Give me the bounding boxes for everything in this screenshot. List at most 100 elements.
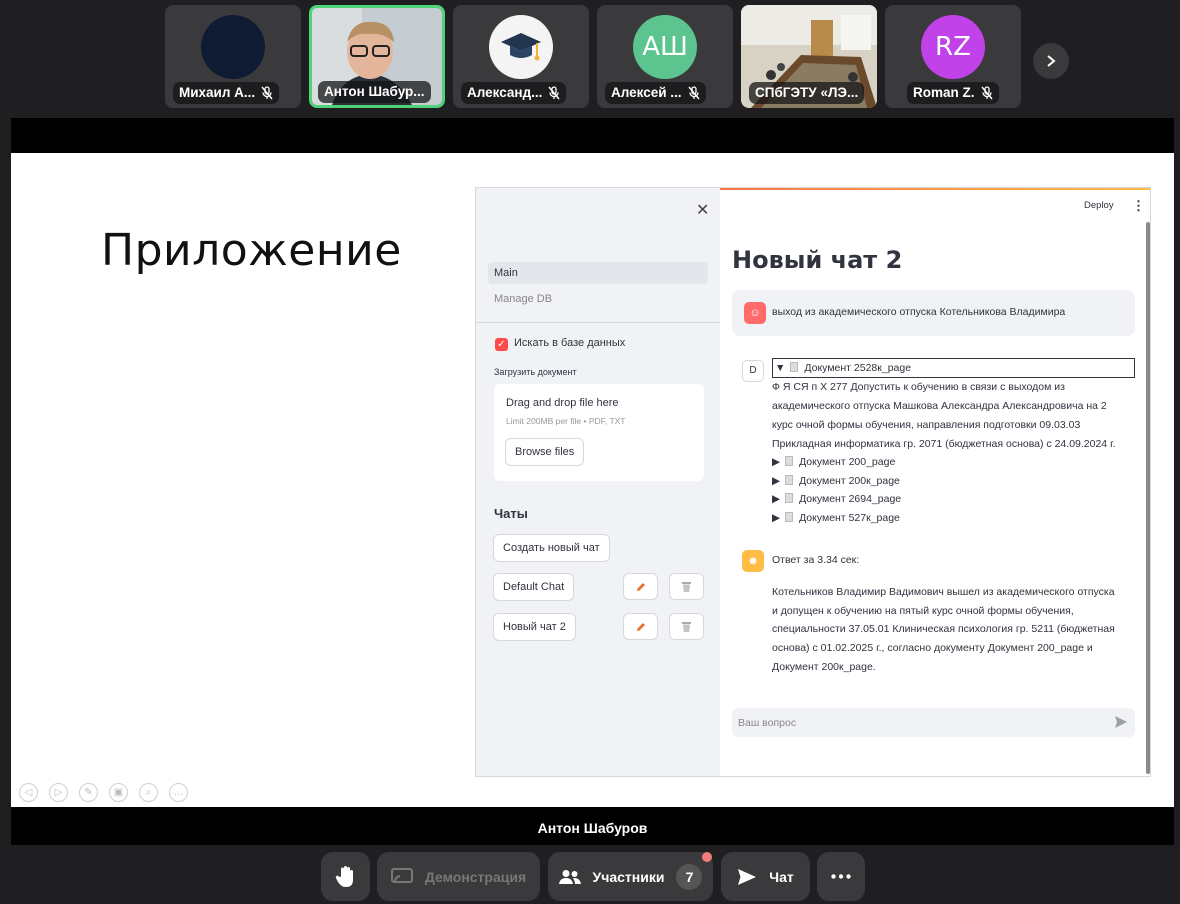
- participant-tile[interactable]: Михаил А...: [165, 5, 301, 108]
- mic-off-icon: [261, 86, 273, 100]
- chat-label: Чат: [769, 868, 794, 885]
- app-sidebar: ✕ Main Manage DB ✓ Искать в базе данных …: [476, 188, 720, 776]
- collapse-triangle-icon: ▶: [772, 456, 781, 468]
- ellipsis-icon: [831, 874, 851, 879]
- search-db-label: Искать в базе данных: [514, 337, 626, 349]
- participant-name-badge: Roman Z.: [907, 82, 999, 104]
- more-menu-icon[interactable]: ⋮: [1132, 198, 1145, 214]
- slides-icon[interactable]: ▣: [109, 783, 128, 802]
- mic-off-icon: [548, 86, 560, 100]
- collapsed-document[interactable]: ▶ Документ 2694_page: [772, 493, 901, 505]
- collapse-triangle-icon: ▶: [772, 475, 781, 487]
- participant-tile[interactable]: СПбГЭТУ «ЛЭ...: [741, 5, 877, 108]
- participant-name-badge: Александ...: [461, 82, 567, 104]
- collapse-triangle-icon: ▶: [772, 512, 781, 524]
- document-name: Документ 527к_page: [799, 512, 900, 524]
- speaker-caption: Антон Шабуров: [537, 820, 648, 836]
- speaker-caption-band: Антон Шабуров: [11, 807, 1174, 845]
- chat-input[interactable]: [732, 708, 1102, 737]
- document-text-line: академического отпуска Машкова Александр…: [772, 400, 1107, 412]
- chats-heading: Чаты: [494, 506, 528, 521]
- upload-label: Загрузить документ: [494, 367, 577, 377]
- participant-name-badge: Антон Шабур...: [318, 81, 431, 103]
- expanded-document-name: Документ 2528к_page: [804, 362, 912, 374]
- screen-share-button[interactable]: Демонстрация: [377, 852, 540, 901]
- next-slide-icon[interactable]: ▷: [49, 783, 68, 802]
- chat-default-button[interactable]: Default Chat: [493, 573, 575, 601]
- participant-name-badge: Михаил А...: [173, 82, 280, 104]
- participant-tile[interactable]: RZ Roman Z.: [885, 5, 1021, 108]
- search-db-checkbox[interactable]: ✓: [495, 338, 508, 351]
- participant-name: Михаил А...: [179, 85, 256, 100]
- document-icon: [790, 362, 799, 372]
- chat-input-box: [732, 708, 1135, 737]
- participants-label: Участники: [592, 868, 665, 885]
- browse-files-button[interactable]: Browse files: [505, 438, 585, 466]
- participant-tile[interactable]: Александ...: [453, 5, 589, 108]
- participants-button[interactable]: Участники 7: [548, 852, 713, 901]
- participant-tile[interactable]: АШ Алексей ...: [597, 5, 733, 108]
- scrollbar[interactable]: [1146, 222, 1150, 774]
- call-controls-bar: Демонстрация Участники 7 Чат: [0, 845, 1180, 904]
- pencil-icon: [636, 582, 645, 591]
- collapsed-document[interactable]: ▶ Документ 527к_page: [772, 512, 900, 524]
- hand-icon: [335, 865, 353, 887]
- expanded-document-header[interactable]: ▼ Документ 2528к_page: [772, 358, 1135, 378]
- user-message: ☺ выход из академического отпуска Котель…: [732, 290, 1135, 336]
- shared-slide: Приложение ✕ Main Manage DB ✓ Искать в б…: [11, 153, 1174, 807]
- more-icon[interactable]: …: [169, 783, 188, 802]
- document-text-line: курс очной формы обучения, направления п…: [772, 419, 1081, 431]
- nav-manage-db[interactable]: Manage DB: [488, 288, 708, 310]
- document-name: Документ 200_page: [799, 456, 896, 468]
- expand-triangle-icon: ▼: [775, 362, 786, 374]
- user-message-text: выход из академического отпуска Котельни…: [772, 306, 1066, 318]
- participant-tile-active[interactable]: Антон Шабур...: [309, 5, 445, 108]
- new-chat-button[interactable]: Создать новый чат: [493, 534, 610, 562]
- slide-controls: ◁ ▷ ✎ ▣ ⌕ …: [19, 783, 188, 802]
- video-call-window: Михаил А... Антон Шабур... Александ... А…: [0, 0, 1180, 904]
- close-sidebar-icon[interactable]: ✕: [696, 200, 709, 220]
- participants-strip: Михаил А... Антон Шабур... Александ... А…: [0, 0, 1180, 118]
- send-icon[interactable]: [1114, 715, 1128, 729]
- document-text-line: Прикладная информатика гр. 2071 (бюджетн…: [772, 438, 1116, 450]
- answer-text-line: Котельников Владимир Вадимович вышел из …: [772, 586, 1115, 598]
- delete-chat-button[interactable]: [669, 613, 704, 640]
- people-icon: [558, 869, 581, 884]
- deploy-button[interactable]: Deploy: [1084, 200, 1114, 211]
- screen-share-icon: [390, 868, 413, 883]
- mic-off-icon: [688, 86, 700, 100]
- nav-main[interactable]: Main: [488, 262, 708, 284]
- answer-text-line: Документ 200к_page.: [772, 661, 876, 673]
- raise-hand-button[interactable]: [321, 852, 370, 901]
- sidebar-divider: [476, 322, 720, 323]
- prev-slide-icon[interactable]: ◁: [19, 783, 38, 802]
- participant-name: СПбГЭТУ «ЛЭ...: [755, 85, 859, 100]
- document-icon: [785, 512, 794, 522]
- chat-new2-button[interactable]: Новый чат 2: [493, 613, 576, 641]
- more-options-button[interactable]: [817, 852, 865, 901]
- dropzone-limit: Limit 200MB per file • PDF, TXT: [506, 416, 626, 426]
- participant-avatar: [201, 15, 265, 79]
- pen-icon[interactable]: ✎: [79, 783, 98, 802]
- document-icon: [785, 493, 794, 503]
- delete-chat-button[interactable]: [669, 573, 704, 600]
- pencil-icon: [636, 622, 645, 631]
- app-main: Deploy ⋮ Новый чат 2 ☺ выход из академич…: [720, 188, 1150, 776]
- participant-name: Алексей ...: [611, 85, 682, 100]
- edit-chat-button[interactable]: [623, 573, 658, 600]
- trash-icon: [682, 581, 691, 592]
- slide-title: Приложение: [101, 225, 402, 276]
- file-dropzone[interactable]: Drag and drop file here Limit 200MB per …: [494, 384, 704, 481]
- chat-button[interactable]: Чат: [721, 852, 810, 901]
- mic-off-icon: [980, 86, 993, 100]
- graduation-cap-icon: [501, 33, 541, 61]
- bot-avatar-icon: ☻: [742, 550, 764, 572]
- edit-chat-button[interactable]: [623, 613, 658, 640]
- user-avatar-icon: ☺: [744, 302, 766, 324]
- collapsed-document[interactable]: ▶ Документ 200_page: [772, 456, 895, 468]
- document-name: Документ 200к_page: [799, 475, 900, 487]
- document-name: Документ 2694_page: [799, 493, 902, 505]
- zoom-icon[interactable]: ⌕: [139, 783, 158, 802]
- collapsed-document[interactable]: ▶ Документ 200к_page: [772, 475, 900, 487]
- next-participants-button[interactable]: [1033, 43, 1069, 79]
